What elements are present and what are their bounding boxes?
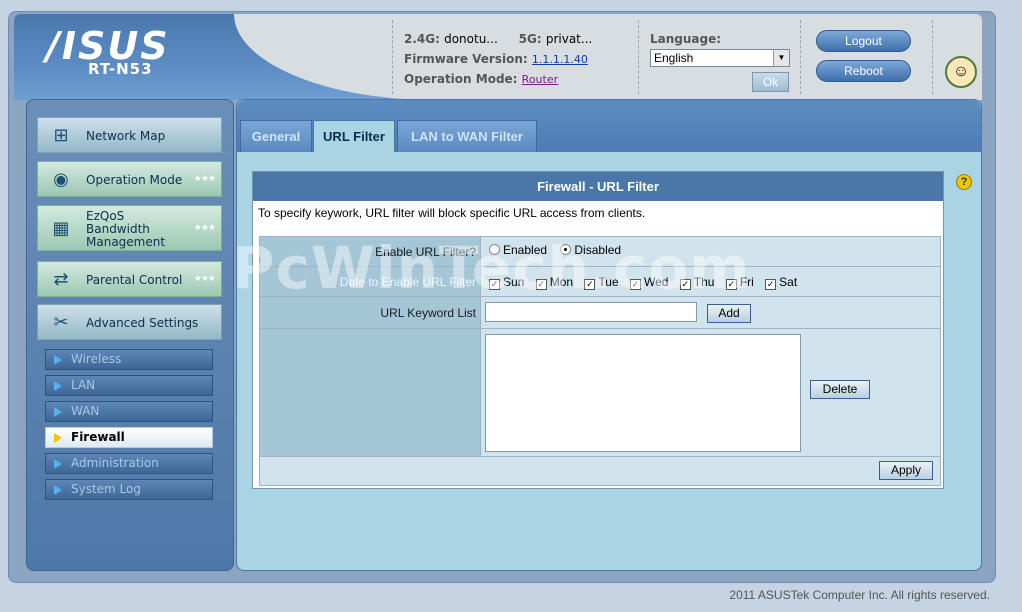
- opmode-link[interactable]: Router: [522, 73, 558, 86]
- enable-label: Enable URL Filter?: [260, 237, 480, 266]
- date-row: Date to Enable URL Filter ✓ Sun ✓ Mon ✓ Tue…: [260, 267, 940, 297]
- bandwidth-icon: ▦: [52, 218, 70, 239]
- parental-control-icon: ⇄: [53, 269, 69, 290]
- enable-row: Enable URL Filter? Enabled Disabled: [260, 237, 940, 267]
- disabled-label: Disabled: [574, 243, 622, 257]
- sidebar-item-advanced-settings[interactable]: ✂ Advanced Settings: [37, 304, 222, 340]
- divider: [638, 20, 639, 94]
- status-info: 2.4G: donotu... 5G: privat... Firmware V…: [404, 32, 592, 92]
- firmware-label: Firmware Version:: [404, 52, 528, 66]
- tools-icon: ✂: [53, 312, 69, 333]
- keyword-list-row: Delete: [260, 329, 940, 457]
- language-select[interactable]: English ▼: [650, 49, 790, 67]
- arrow-right-icon: [54, 407, 62, 417]
- firmware-link[interactable]: 1.1.1.1.40: [532, 53, 588, 66]
- language-value: English: [654, 51, 694, 65]
- keyword-input[interactable]: [485, 302, 697, 322]
- language-label: Language:: [650, 32, 722, 46]
- sidebar-item-ezqos[interactable]: ▦ EzQoS Bandwidth Management ★★★: [37, 205, 222, 251]
- tab-general[interactable]: General: [240, 120, 312, 152]
- checkbox-icon[interactable]: ✓: [725, 279, 737, 290]
- day-sat[interactable]: ✓ Sat: [765, 275, 797, 290]
- day-fri[interactable]: ✓ Fri: [725, 275, 754, 290]
- stars-icon: ★★★: [193, 223, 216, 233]
- checkbox-icon[interactable]: ✓: [765, 279, 777, 290]
- ssid-5-value: privat...: [545, 32, 593, 46]
- url-filter-panel: Firewall - URL Filter To specify keywork…: [252, 171, 944, 489]
- sidebar-sub-firewall[interactable]: Firewall: [45, 427, 213, 448]
- checkbox-icon[interactable]: ✓: [629, 279, 641, 290]
- sidebar-item-network-map[interactable]: ⊞ Network Map: [37, 117, 222, 153]
- ssid-5-label: 5G:: [518, 32, 542, 46]
- mascot-icon: ☺: [945, 56, 977, 88]
- sidebar-sub-wan[interactable]: WAN: [45, 401, 213, 422]
- reboot-button[interactable]: Reboot: [816, 60, 911, 82]
- sidebar-item-operation-mode[interactable]: ◉ Operation Mode ★★★: [37, 161, 222, 197]
- sidebar-sub-system-log[interactable]: System Log: [45, 479, 213, 500]
- model-name: RT-N53: [88, 60, 153, 78]
- divider: [800, 20, 801, 94]
- checkbox-icon[interactable]: ✓: [679, 279, 691, 290]
- checkbox-icon[interactable]: ✓: [584, 279, 596, 290]
- sidebar-sub-administration[interactable]: Administration: [45, 453, 213, 474]
- date-label: Date to Enable URL Filter: [260, 267, 480, 296]
- ok-button[interactable]: Ok: [752, 72, 789, 92]
- keyword-label: URL Keyword List: [260, 297, 480, 328]
- apply-button[interactable]: Apply: [879, 461, 933, 480]
- sidebar-sub-wireless[interactable]: Wireless: [45, 349, 213, 370]
- arrow-right-icon: [54, 355, 62, 365]
- ssid-24-label: 2.4G:: [404, 32, 440, 46]
- add-button[interactable]: Add: [707, 304, 751, 323]
- arrow-right-icon: [54, 459, 62, 469]
- day-mon[interactable]: ✓ Mon: [535, 275, 573, 290]
- tab-lan-to-wan-filter[interactable]: LAN to WAN Filter: [397, 120, 537, 152]
- sidebar-item-parental-control[interactable]: ⇄ Parental Control ★★★: [37, 261, 222, 297]
- header: /ISUS RT-N53 2.4G: donotu... 5G: privat.…: [14, 14, 982, 100]
- network-map-icon: ⊞: [53, 125, 69, 146]
- arrow-right-icon: [54, 381, 62, 391]
- panel-description: To specify keywork, URL filter will bloc…: [258, 206, 646, 220]
- divider: [392, 20, 393, 94]
- arrow-right-icon: [54, 433, 62, 443]
- ssid-24-value: donotu...: [444, 32, 498, 46]
- logout-button[interactable]: Logout: [816, 30, 911, 52]
- day-tue[interactable]: ✓ Tue: [584, 275, 619, 290]
- opmode-label: Operation Mode:: [404, 72, 518, 86]
- checkbox-icon[interactable]: ✓: [535, 279, 547, 290]
- keyword-listbox[interactable]: [485, 334, 801, 452]
- checkbox-icon[interactable]: ✓: [489, 279, 500, 290]
- sidebar: ⊞ Network Map ◉ Operation Mode ★★★ ▦ EzQ…: [26, 99, 234, 571]
- day-sun[interactable]: ✓ Sun: [489, 275, 524, 290]
- day-wed[interactable]: ✓ Wed: [629, 275, 668, 290]
- enabled-radio[interactable]: [489, 244, 500, 255]
- help-icon[interactable]: ?: [956, 174, 972, 190]
- disabled-radio[interactable]: [560, 244, 572, 255]
- enabled-label: Enabled: [503, 243, 548, 257]
- chevron-down-icon[interactable]: ▼: [773, 50, 789, 66]
- router-icon: ◉: [53, 169, 69, 190]
- sidebar-sub-lan[interactable]: LAN: [45, 375, 213, 396]
- day-thu[interactable]: ✓ Thu: [679, 275, 714, 290]
- keyword-row: URL Keyword List Add: [260, 297, 940, 329]
- url-filter-form: Enable URL Filter? Enabled Disabled Date…: [259, 236, 941, 486]
- delete-button[interactable]: Delete: [810, 380, 870, 399]
- stars-icon: ★★★: [193, 274, 216, 284]
- copyright-footer: 2011 ASUSTek Computer Inc. All rights re…: [729, 588, 990, 602]
- stars-icon: ★★★: [193, 174, 216, 184]
- arrow-right-icon: [54, 485, 62, 495]
- apply-row: Apply: [260, 457, 940, 485]
- tab-url-filter[interactable]: URL Filter: [313, 120, 395, 152]
- divider: [932, 20, 933, 94]
- panel-title: Firewall - URL Filter: [253, 172, 943, 201]
